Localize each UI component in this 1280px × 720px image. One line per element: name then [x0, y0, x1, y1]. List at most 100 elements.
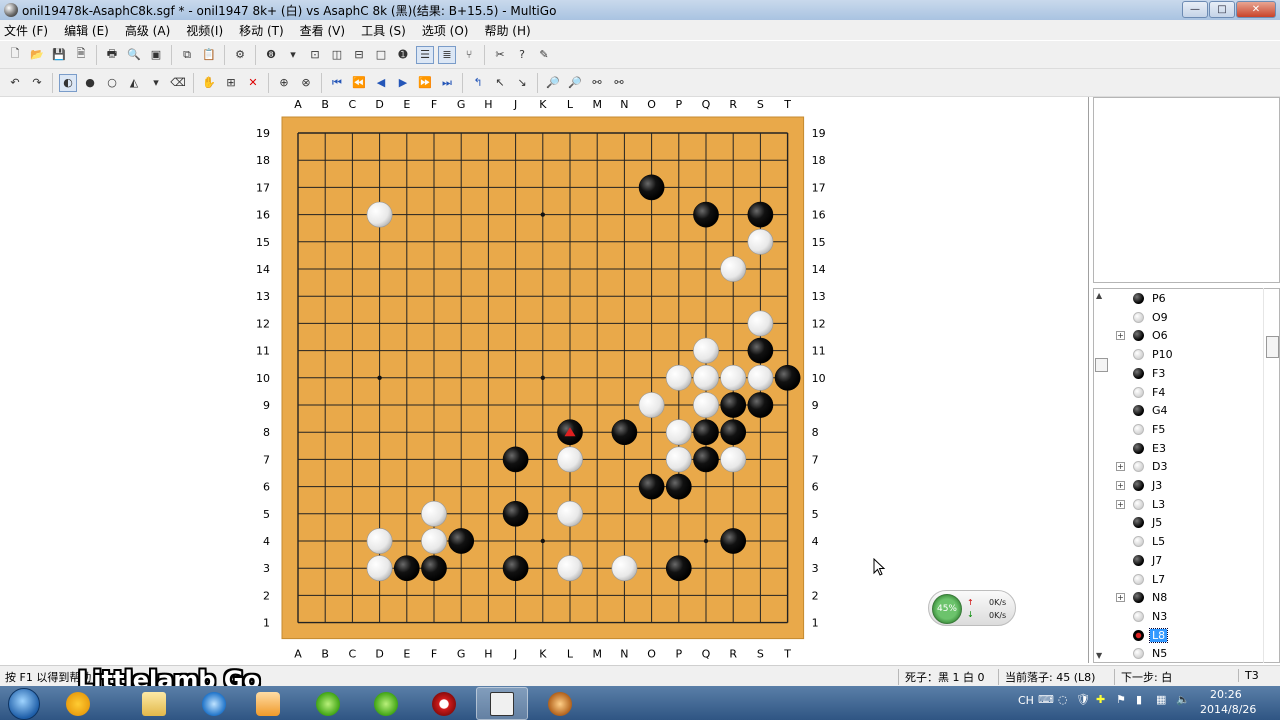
menu-options[interactable]: 选项 (O): [422, 22, 469, 39]
back-icon[interactable]: ◀: [372, 74, 390, 92]
resign-icon[interactable]: ⊗: [297, 74, 315, 92]
taskbar-app-game[interactable]: [534, 687, 586, 720]
variation-up-icon[interactable]: ↰: [469, 74, 487, 92]
tray-icon-1[interactable]: ◌: [1058, 693, 1068, 706]
move-tree-item[interactable]: + D3: [1094, 457, 1264, 476]
tray-plus-icon[interactable]: ✚: [1096, 693, 1105, 706]
move-tree-item[interactable]: F5: [1094, 420, 1264, 439]
binoculars-next-icon[interactable]: ⚯: [610, 74, 628, 92]
last-move-icon[interactable]: ⏭: [438, 74, 456, 92]
tree-left-scrollbar[interactable]: ▲ ▼: [1093, 288, 1110, 663]
scroll-up-icon[interactable]: ▲: [1096, 291, 1102, 300]
move-tree-panel[interactable]: P6 O9 + O6 P10 F3 F4 G4 F5 E3 + D3 + J3 + L3 J5 L5 J7 L7 + N8…: [1093, 288, 1280, 663]
open-folder-icon[interactable]: 📂: [28, 46, 46, 64]
minimize-button[interactable]: —: [1182, 1, 1208, 18]
taskbar-app-explorer[interactable]: [128, 687, 180, 720]
dropdown-arrow-icon[interactable]: ▾: [147, 74, 165, 92]
taskbar-app-recorder[interactable]: [418, 687, 470, 720]
battery-icon[interactable]: ▮: [1136, 693, 1142, 706]
taskbar-app-people[interactable]: [52, 687, 104, 720]
tree-view-icon[interactable]: ≣: [438, 45, 456, 64]
menu-file[interactable]: 文件 (F): [4, 22, 48, 39]
move-tree-item[interactable]: L8: [1094, 626, 1264, 645]
first-move-icon[interactable]: ⏮: [328, 74, 346, 92]
move-tree-item[interactable]: + L3: [1094, 495, 1264, 514]
move-tree-item[interactable]: E3: [1094, 439, 1264, 458]
coordinates-icon[interactable]: ➊: [394, 46, 412, 64]
new-file-icon[interactable]: 🗋: [6, 46, 24, 64]
move-tree-item[interactable]: L7: [1094, 570, 1264, 589]
move-number-icon[interactable]: ❽: [262, 46, 280, 64]
expand-icon[interactable]: +: [1116, 331, 1125, 341]
expand-icon[interactable]: +: [1116, 499, 1125, 509]
taskbar-app-multigo[interactable]: [476, 687, 528, 720]
network-monitor-widget[interactable]: 45% ↑ 0K/s ↓ 0K/s: [928, 590, 1016, 626]
menu-edit[interactable]: 编辑 (E): [64, 22, 109, 39]
copy-icon[interactable]: ⧉: [178, 46, 196, 64]
save-icon[interactable]: 💾: [50, 46, 68, 64]
board-layout-icon[interactable]: ⊟: [350, 46, 368, 64]
scroll-thumb[interactable]: [1266, 336, 1279, 358]
edit-brush-icon[interactable]: ✎: [535, 46, 553, 64]
move-tree-item[interactable]: J7: [1094, 551, 1264, 570]
flag-icon[interactable]: ⚑: [1116, 693, 1126, 706]
menu-advanced[interactable]: 高级 (A): [125, 22, 170, 39]
expand-icon[interactable]: +: [1116, 593, 1125, 603]
move-tree-item[interactable]: L5: [1094, 532, 1264, 551]
menu-help[interactable]: 帮助 (H): [484, 22, 530, 39]
tools-icon[interactable]: ✂: [491, 46, 509, 64]
go-board[interactable]: AABBCCDDEEFFGGHHJJKKLLMMNNOOPPQQRRSSTT19…: [0, 97, 1089, 663]
eraser-icon[interactable]: ⌫: [169, 74, 187, 92]
binoculars-icon[interactable]: ⚯: [588, 74, 606, 92]
taskbar-app-ie[interactable]: [188, 687, 240, 720]
variation-next-icon[interactable]: ↘: [513, 74, 531, 92]
language-indicator[interactable]: CH: [1018, 694, 1034, 707]
move-tree-item[interactable]: F4: [1094, 383, 1264, 402]
fast-forward-icon[interactable]: ⏩: [416, 74, 434, 92]
image-icon[interactable]: ▣: [147, 46, 165, 64]
comment-view-icon[interactable]: ☰: [416, 45, 434, 64]
move-tree-item[interactable]: P10: [1094, 345, 1264, 364]
delete-icon[interactable]: ✕: [244, 74, 262, 92]
taskbar-app-green1[interactable]: [302, 687, 354, 720]
scroll-thumb[interactable]: [1095, 358, 1108, 372]
clock-time[interactable]: 20:26: [1210, 688, 1242, 701]
volume-icon[interactable]: 🔈: [1176, 693, 1190, 706]
move-tree-item[interactable]: O9: [1094, 308, 1264, 327]
mark-triangle-icon[interactable]: ◭: [125, 74, 143, 92]
move-tree-item[interactable]: + N8: [1094, 588, 1264, 607]
help-pointer-icon[interactable]: ?: [513, 46, 531, 64]
move-tree-item[interactable]: J5: [1094, 513, 1264, 532]
blank-board-icon[interactable]: □: [372, 46, 390, 64]
maximize-button[interactable]: □: [1209, 1, 1235, 18]
start-button[interactable]: [8, 688, 40, 720]
move-tree-item[interactable]: P6: [1094, 289, 1264, 308]
tree-right-scrollbar[interactable]: [1263, 288, 1280, 663]
taskbar-app-green2[interactable]: [360, 687, 412, 720]
menu-tools[interactable]: 工具 (S): [361, 22, 406, 39]
properties-icon[interactable]: ⚙: [231, 46, 249, 64]
print-icon[interactable]: 🖶: [103, 46, 121, 64]
variation-prev-icon[interactable]: ↖: [491, 74, 509, 92]
move-tree-item[interactable]: N5: [1094, 644, 1264, 662]
taskbar-app-media[interactable]: [242, 687, 294, 720]
expand-icon[interactable]: +: [1116, 481, 1125, 490]
save-as-icon[interactable]: 🗎: [72, 46, 90, 64]
move-tree-item[interactable]: G4: [1094, 401, 1264, 420]
white-stone-icon[interactable]: ○: [103, 74, 121, 92]
alternate-play-icon[interactable]: ◐: [59, 73, 77, 92]
shield-icon[interactable]: 🛡: [1076, 693, 1090, 706]
comment-panel[interactable]: [1093, 97, 1280, 283]
move-tree-item[interactable]: N3: [1094, 607, 1264, 626]
search-icon[interactable]: 🔎: [544, 74, 562, 92]
forward-icon[interactable]: ▶: [394, 74, 412, 92]
undo-icon[interactable]: ↶: [6, 74, 24, 92]
move-tree-item[interactable]: F3: [1094, 364, 1264, 383]
menu-view[interactable]: 查看 (V): [300, 22, 345, 39]
print-preview-icon[interactable]: 🔍: [125, 46, 143, 64]
board-split-icon[interactable]: ◫: [328, 46, 346, 64]
move-tree-item[interactable]: + O6: [1094, 326, 1264, 345]
hand-icon[interactable]: ✋: [200, 74, 218, 92]
menu-video[interactable]: 视频(I): [186, 22, 223, 39]
keyboard-icon[interactable]: ⌨: [1038, 693, 1054, 706]
